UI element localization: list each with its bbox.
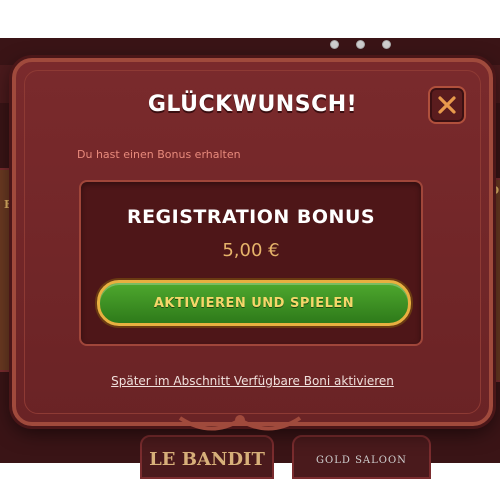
- game-tile-le-bandit[interactable]: LE BANDIT: [140, 435, 274, 479]
- modal-title: GLÜCKWUNSCH!: [147, 92, 358, 117]
- carousel-dot[interactable]: [356, 40, 365, 49]
- activate-button-label: AKTIVIEREN UND SPIELEN: [153, 295, 355, 311]
- carousel-dot[interactable]: [382, 40, 391, 49]
- modal-bottom-ornament: [178, 415, 302, 431]
- game-tile-gold-saloon[interactable]: GOLD SALOON: [292, 435, 431, 479]
- carousel-dots: [330, 34, 408, 53]
- bonus-card: REGISTRATION BONUS 5,00 € AKTIVIEREN UND…: [79, 180, 423, 346]
- bonus-name: REGISTRATION BONUS: [126, 206, 376, 228]
- activate-and-play-button[interactable]: AKTIVIEREN UND SPIELEN: [97, 280, 411, 326]
- close-button[interactable]: [428, 86, 466, 124]
- carousel-dot[interactable]: [330, 40, 339, 49]
- bonus-modal: GLÜCKWUNSCH! Du hast einen Bonus erhalte…: [12, 58, 493, 426]
- bonus-amount: 5,00 €: [222, 240, 280, 261]
- activate-later-link[interactable]: Später im Abschnitt Verfügbare Boni akti…: [16, 374, 489, 388]
- modal-subtitle: Du hast einen Bonus erhalten: [77, 148, 241, 161]
- close-icon: [438, 96, 456, 114]
- game-tile-title: LE BANDIT: [149, 449, 265, 470]
- game-tile-title: GOLD SALOON: [316, 455, 407, 466]
